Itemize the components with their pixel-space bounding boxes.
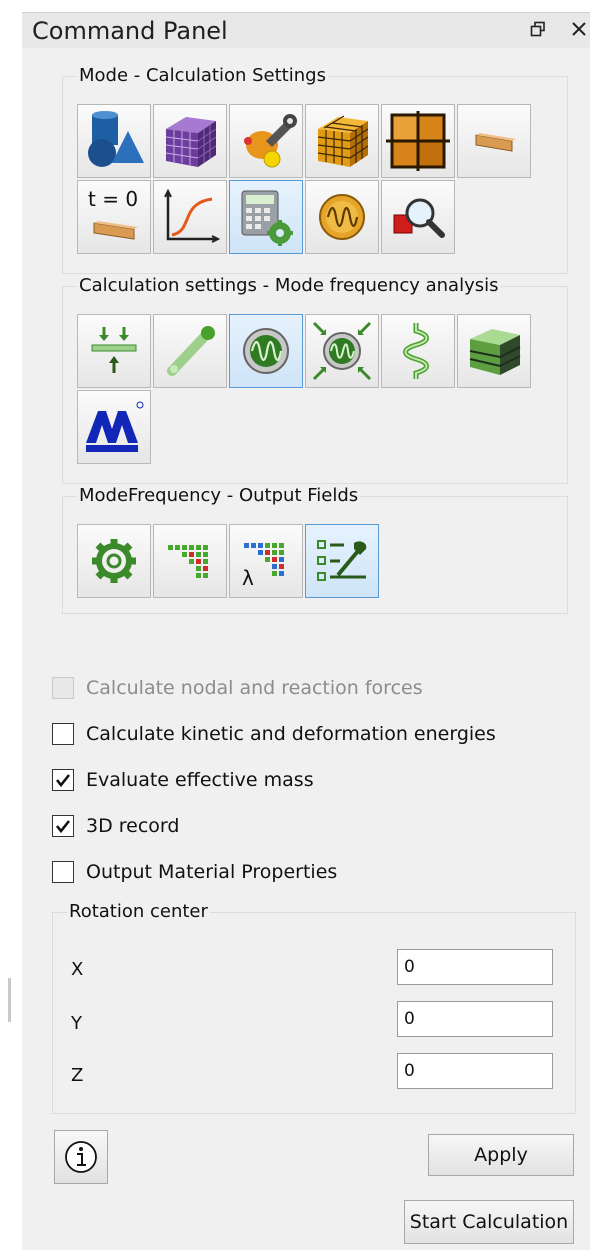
initial-time-label: t = 0 <box>88 187 139 211</box>
rotation-group-title: Rotation center <box>67 901 210 922</box>
option-row-nodal-forces[interactable]: Calculate nodal and reaction forces <box>52 674 423 702</box>
inspect-icon <box>393 198 445 238</box>
mode-frequency-loads-icon <box>312 321 372 381</box>
calculation-settings-icon <box>241 190 293 246</box>
supports-button[interactable] <box>77 314 151 388</box>
gear-icon <box>92 539 136 583</box>
command-panel: Mode - Calculation Settings t = 0 Calcul… <box>22 48 590 1250</box>
z-input[interactable] <box>397 1053 553 1089</box>
geometry-button[interactable] <box>77 104 151 178</box>
layered-block-icon <box>469 329 521 375</box>
oscillation-button[interactable] <box>305 180 379 254</box>
panel-titlebar: Command Panel <box>22 12 590 49</box>
calculation-settings-group: Calculation settings - Mode frequency an… <box>62 275 568 484</box>
geometry-icon <box>88 111 144 167</box>
mesh-cube-icon <box>165 117 217 167</box>
nodal-forces-label: Calculate nodal and reaction forces <box>86 677 423 699</box>
field-matrix-button[interactable] <box>153 524 227 598</box>
output-group-title: ModeFrequency - Output Fields <box>77 485 361 506</box>
option-row-energies[interactable]: Calculate kinetic and deformation energi… <box>52 720 496 748</box>
field-matrix-icon <box>168 545 208 578</box>
option-row-effective-mass[interactable]: Evaluate effective mass <box>52 766 314 794</box>
grid-cube-button[interactable] <box>305 104 379 178</box>
initial-time-icon: t = 0 <box>82 185 146 249</box>
info-button[interactable] <box>54 1130 108 1184</box>
restore-icon[interactable] <box>530 21 546 42</box>
apply-button[interactable]: Apply <box>428 1134 574 1176</box>
checkmark-icon <box>55 774 71 788</box>
record-3d-label: 3D record <box>86 815 180 837</box>
brand-logo-icon <box>86 401 144 452</box>
list-settings-icon <box>317 540 367 581</box>
grid-cube-icon <box>317 115 369 167</box>
energies-checkbox[interactable] <box>52 723 74 745</box>
y-label: Y <box>71 1013 82 1034</box>
plate-grid-icon <box>386 111 450 171</box>
calculation-settings-button[interactable] <box>229 180 303 254</box>
mode-group-title: Mode - Calculation Settings <box>77 65 328 86</box>
lambda-matrix-icon: λ <box>242 543 284 590</box>
y-input[interactable] <box>397 1001 553 1037</box>
close-icon[interactable] <box>571 21 587 42</box>
tools-button[interactable] <box>229 104 303 178</box>
material-properties-label: Output Material Properties <box>86 861 338 883</box>
mode-frequency-icon <box>243 328 289 374</box>
mesh-cube-button[interactable] <box>153 104 227 178</box>
general-settings-button[interactable] <box>77 524 151 598</box>
list-settings-button[interactable] <box>305 524 379 598</box>
x-input[interactable] <box>397 949 553 985</box>
rotation-center-group: Rotation center X Y Z <box>52 901 576 1114</box>
svg-text:λ: λ <box>242 566 254 590</box>
spring-icon <box>403 323 429 379</box>
beam-button[interactable] <box>457 104 531 178</box>
plate-grid-button[interactable] <box>381 104 455 178</box>
effective-mass-label: Evaluate effective mass <box>86 769 314 791</box>
window-edge-marker <box>8 978 11 1022</box>
curve-graph-button[interactable] <box>153 180 227 254</box>
nodal-forces-checkbox[interactable] <box>52 677 74 699</box>
supports-icon <box>91 327 137 373</box>
calc-group-title: Calculation settings - Mode frequency an… <box>77 275 501 296</box>
option-row-material[interactable]: Output Material Properties <box>52 858 337 886</box>
initial-time-button[interactable]: t = 0 <box>77 180 151 254</box>
rod-button[interactable] <box>153 314 227 388</box>
energies-label: Calculate kinetic and deformation energi… <box>86 723 496 745</box>
record-3d-checkbox[interactable] <box>52 815 74 837</box>
x-label: X <box>71 959 84 980</box>
mode-calculation-group: Mode - Calculation Settings t = 0 <box>62 65 568 274</box>
spring-button[interactable] <box>381 314 455 388</box>
effective-mass-checkbox[interactable] <box>52 769 74 791</box>
start-calculation-button[interactable]: Start Calculation <box>404 1200 574 1244</box>
brand-logo-button[interactable] <box>77 390 151 464</box>
rod-icon <box>167 326 215 376</box>
mode-frequency-loads-button[interactable] <box>305 314 379 388</box>
lambda-matrix-button[interactable]: λ <box>229 524 303 598</box>
checkmark-icon <box>55 820 71 834</box>
option-row-3d-record[interactable]: 3D record <box>52 812 179 840</box>
material-properties-checkbox[interactable] <box>52 861 74 883</box>
z-label: Z <box>71 1065 84 1086</box>
info-icon <box>65 1141 97 1173</box>
output-fields-group: ModeFrequency - Output Fields λ <box>62 485 568 614</box>
beam-icon <box>475 133 516 152</box>
oscillation-icon <box>319 194 365 240</box>
inspect-button[interactable] <box>381 180 455 254</box>
panel-title: Command Panel <box>32 17 228 45</box>
curve-graph-icon <box>164 188 221 243</box>
mode-frequency-button[interactable] <box>229 314 303 388</box>
layered-block-button[interactable] <box>457 314 531 388</box>
tools-icon <box>244 114 297 168</box>
